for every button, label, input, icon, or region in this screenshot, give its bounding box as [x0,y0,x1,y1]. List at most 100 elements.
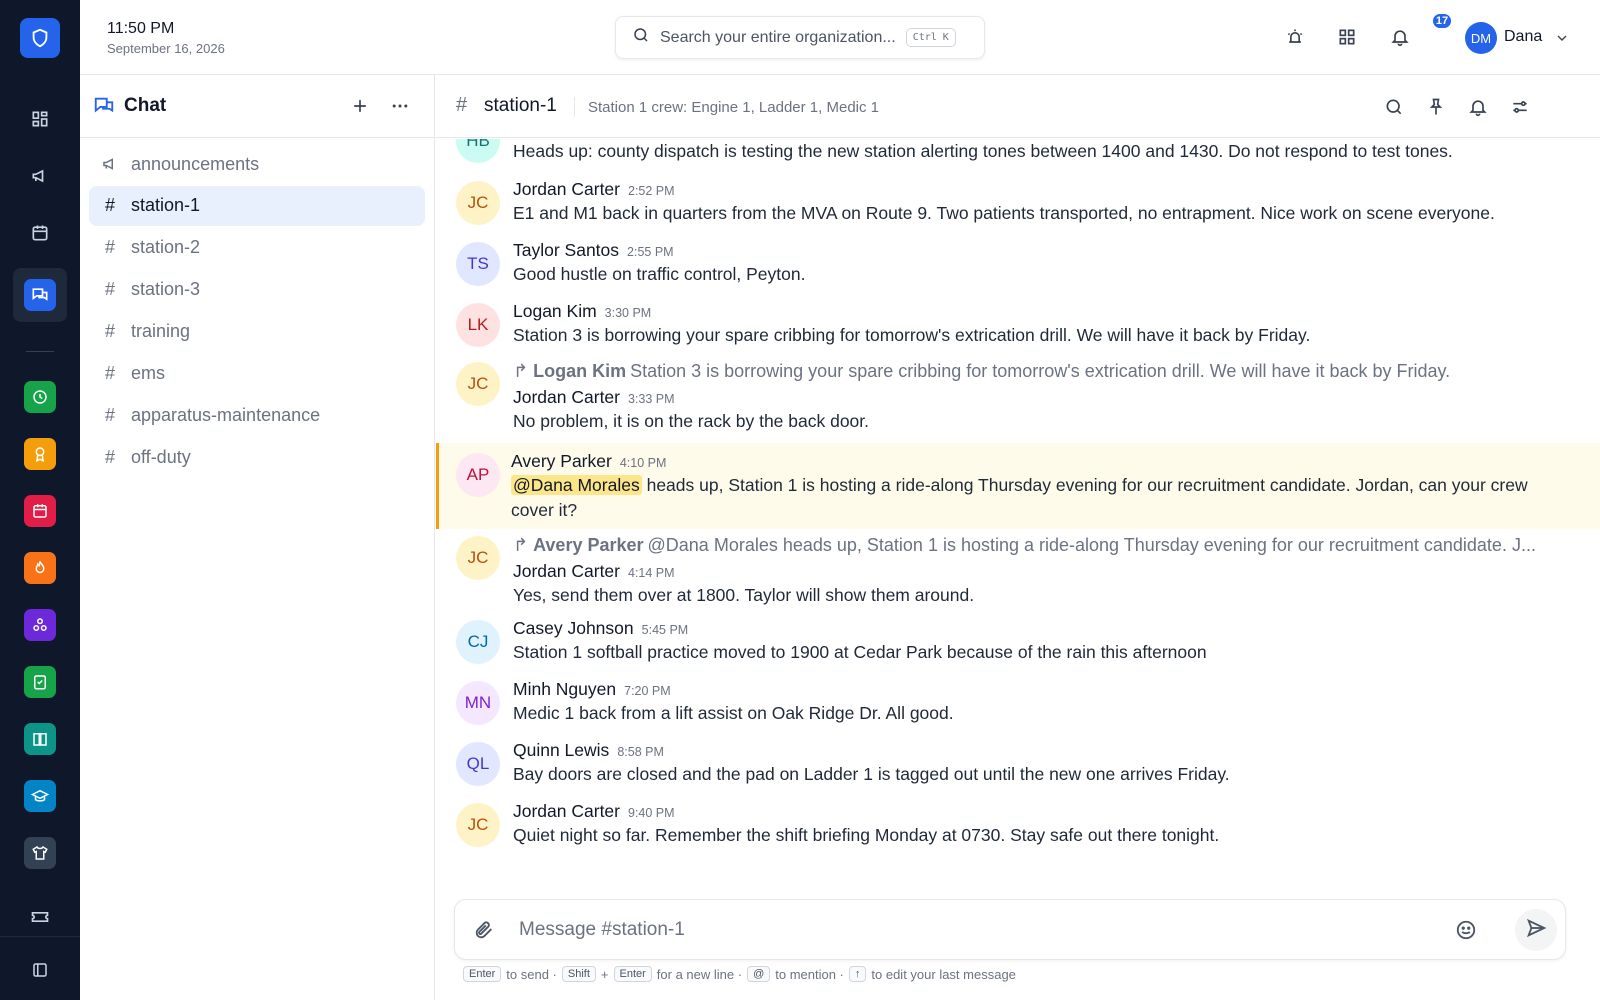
reports-app-button[interactable] [20,719,60,759]
message-item: JC ↱ Logan Kim Station 3 is borrowing you… [436,361,1600,451]
author-name[interactable]: Quinn Lewis [513,740,609,760]
uniforms-app-button[interactable] [20,833,60,873]
channel-label: ems [131,363,166,383]
search-placeholder: Search your entire organization... [660,28,896,46]
chevron-down-icon[interactable] [1554,30,1570,51]
clock-app-button[interactable] [20,377,60,417]
ticket-icon[interactable] [20,897,60,937]
avatar[interactable]: AP [456,453,500,497]
channel-item-station-2[interactable]: # station-2 [89,228,425,268]
user-mention[interactable]: @Dana Morales [511,475,642,495]
hint-edit: to edit your last message [871,966,1016,982]
reply-author: Logan Kim [533,361,627,381]
channel-item-training[interactable]: # training [89,312,425,352]
settings-sliders-icon[interactable] [1509,96,1531,118]
hint-newline: for a new line · [656,966,743,982]
author-name[interactable]: Minh Nguyen [513,679,616,699]
author-name[interactable]: Jordan Carter [513,179,620,199]
author-name[interactable]: Jordan Carter [513,387,620,407]
message-author[interactable]: Jordan Carter 4:14 PM [513,561,675,582]
author-name[interactable]: Jordan Carter [513,801,620,821]
alert-siren-icon[interactable] [1284,26,1306,48]
channel-item-off-duty[interactable]: # off-duty [89,438,425,478]
chat-nav-button[interactable] [13,268,67,322]
search-icon[interactable] [1383,96,1405,118]
dashboard-icon[interactable] [20,99,60,139]
hash-icon: # [104,447,115,467]
message-author[interactable]: Minh Nguyen 7:20 PM [513,679,671,700]
message-author[interactable]: Taylor Santos 2:55 PM [513,240,674,261]
send-button[interactable] [1515,909,1557,951]
author-name[interactable]: Taylor Santos [513,240,619,260]
channel-label: announcements [131,154,260,174]
avatar[interactable]: LK [456,303,500,347]
message-time: 2:55 PM [627,245,674,259]
message-author[interactable]: Avery Parker 4:10 PM [511,451,666,472]
author-name[interactable]: Logan Kim [513,301,597,321]
avatar[interactable]: JC [456,181,500,225]
notifications-bell-icon[interactable] [1389,26,1411,48]
avatar[interactable]: JC [456,536,500,580]
avatar[interactable]: HB [456,139,500,163]
clock-time: 11:50 PM [107,20,175,37]
message-input[interactable] [519,910,1419,950]
reply-preview[interactable]: ↱ Avery Parker @Dana Morales heads up, St… [513,535,1563,556]
hash-icon: # [104,405,115,425]
bell-settings-icon[interactable] [1467,96,1489,118]
message-item: QL Quinn Lewis 8:58 PM Bay doors are clos… [436,740,1600,800]
hint-plus: + [600,966,609,982]
user-avatar[interactable]: DM [1465,22,1497,54]
award-app-button[interactable] [20,434,60,474]
hint-key-up: ↑ [848,966,867,982]
megaphone-icon[interactable] [20,156,60,196]
shield-logo-icon[interactable] [20,18,60,58]
author-name[interactable]: Avery Parker [511,451,612,471]
global-search[interactable]: Search your entire organization... Ctrl … [615,16,985,59]
message-item: HB Heads up: county dispatch is testing … [436,139,1600,179]
checklist-app-button[interactable] [20,662,60,702]
channel-topic: Station 1 crew: Engine 1, Ladder 1, Medi… [588,99,880,116]
avatar[interactable]: CJ [456,620,500,664]
message-author[interactable]: Jordan Carter 2:52 PM [513,179,675,200]
message-text: Medic 1 back from a lift assist on Oak R… [513,703,954,723]
teams-app-button[interactable] [20,605,60,645]
user-name[interactable]: Dana [1504,28,1542,46]
channel-item-apparatus-maintenance[interactable]: # apparatus-maintenance [89,396,425,436]
message-author[interactable]: Logan Kim 3:30 PM [513,301,651,322]
avatar[interactable]: TS [456,242,500,286]
channel-label: station-2 [131,237,201,257]
author-name[interactable]: Jordan Carter [513,561,620,581]
training-app-button[interactable] [20,776,60,816]
avatar[interactable]: JC [456,803,500,847]
incidents-app-button[interactable] [20,548,60,588]
emoji-icon[interactable] [1455,919,1477,946]
avatar[interactable]: QL [456,742,500,786]
calendar-icon[interactable] [20,213,60,253]
apps-grid-icon[interactable] [1336,26,1358,48]
schedule-calendar-icon [24,495,56,527]
channel-item-station-1[interactable]: # station-1 [89,186,425,226]
paperclip-icon[interactable] [473,919,495,946]
avatar[interactable]: JC [456,362,500,406]
collapse-sidebar-icon[interactable] [20,950,60,990]
message-text: @Dana Morales heads up, Station 1 is hos… [511,473,1561,523]
schedule-app-button[interactable] [20,491,60,531]
author-name[interactable]: Casey Johnson [513,618,634,638]
message-author[interactable]: Casey Johnson 5:45 PM [513,618,688,639]
channel-item-station-3[interactable]: # station-3 [89,270,425,310]
message-time: 7:20 PM [624,684,671,698]
more-options-icon[interactable] [390,96,410,121]
message-author[interactable]: Quinn Lewis 8:58 PM [513,740,664,761]
add-channel-button[interactable] [350,96,370,121]
network-icon [24,609,56,641]
message-author[interactable]: Jordan Carter 3:33 PM [513,387,675,408]
reply-preview[interactable]: ↱ Logan Kim Station 3 is borrowing your s… [513,361,1563,382]
message-text: E1 and M1 back in quarters from the MVA … [513,203,1495,223]
channel-label: station-1 [131,195,201,215]
clock-date: September 16, 2026 [107,41,225,56]
channel-item-announcements[interactable]: announcements [89,145,425,185]
avatar[interactable]: MN [456,681,500,725]
message-author[interactable]: Jordan Carter 9:40 PM [513,801,675,822]
pin-icon[interactable] [1425,96,1447,118]
channel-item-ems[interactable]: # ems [89,354,425,394]
